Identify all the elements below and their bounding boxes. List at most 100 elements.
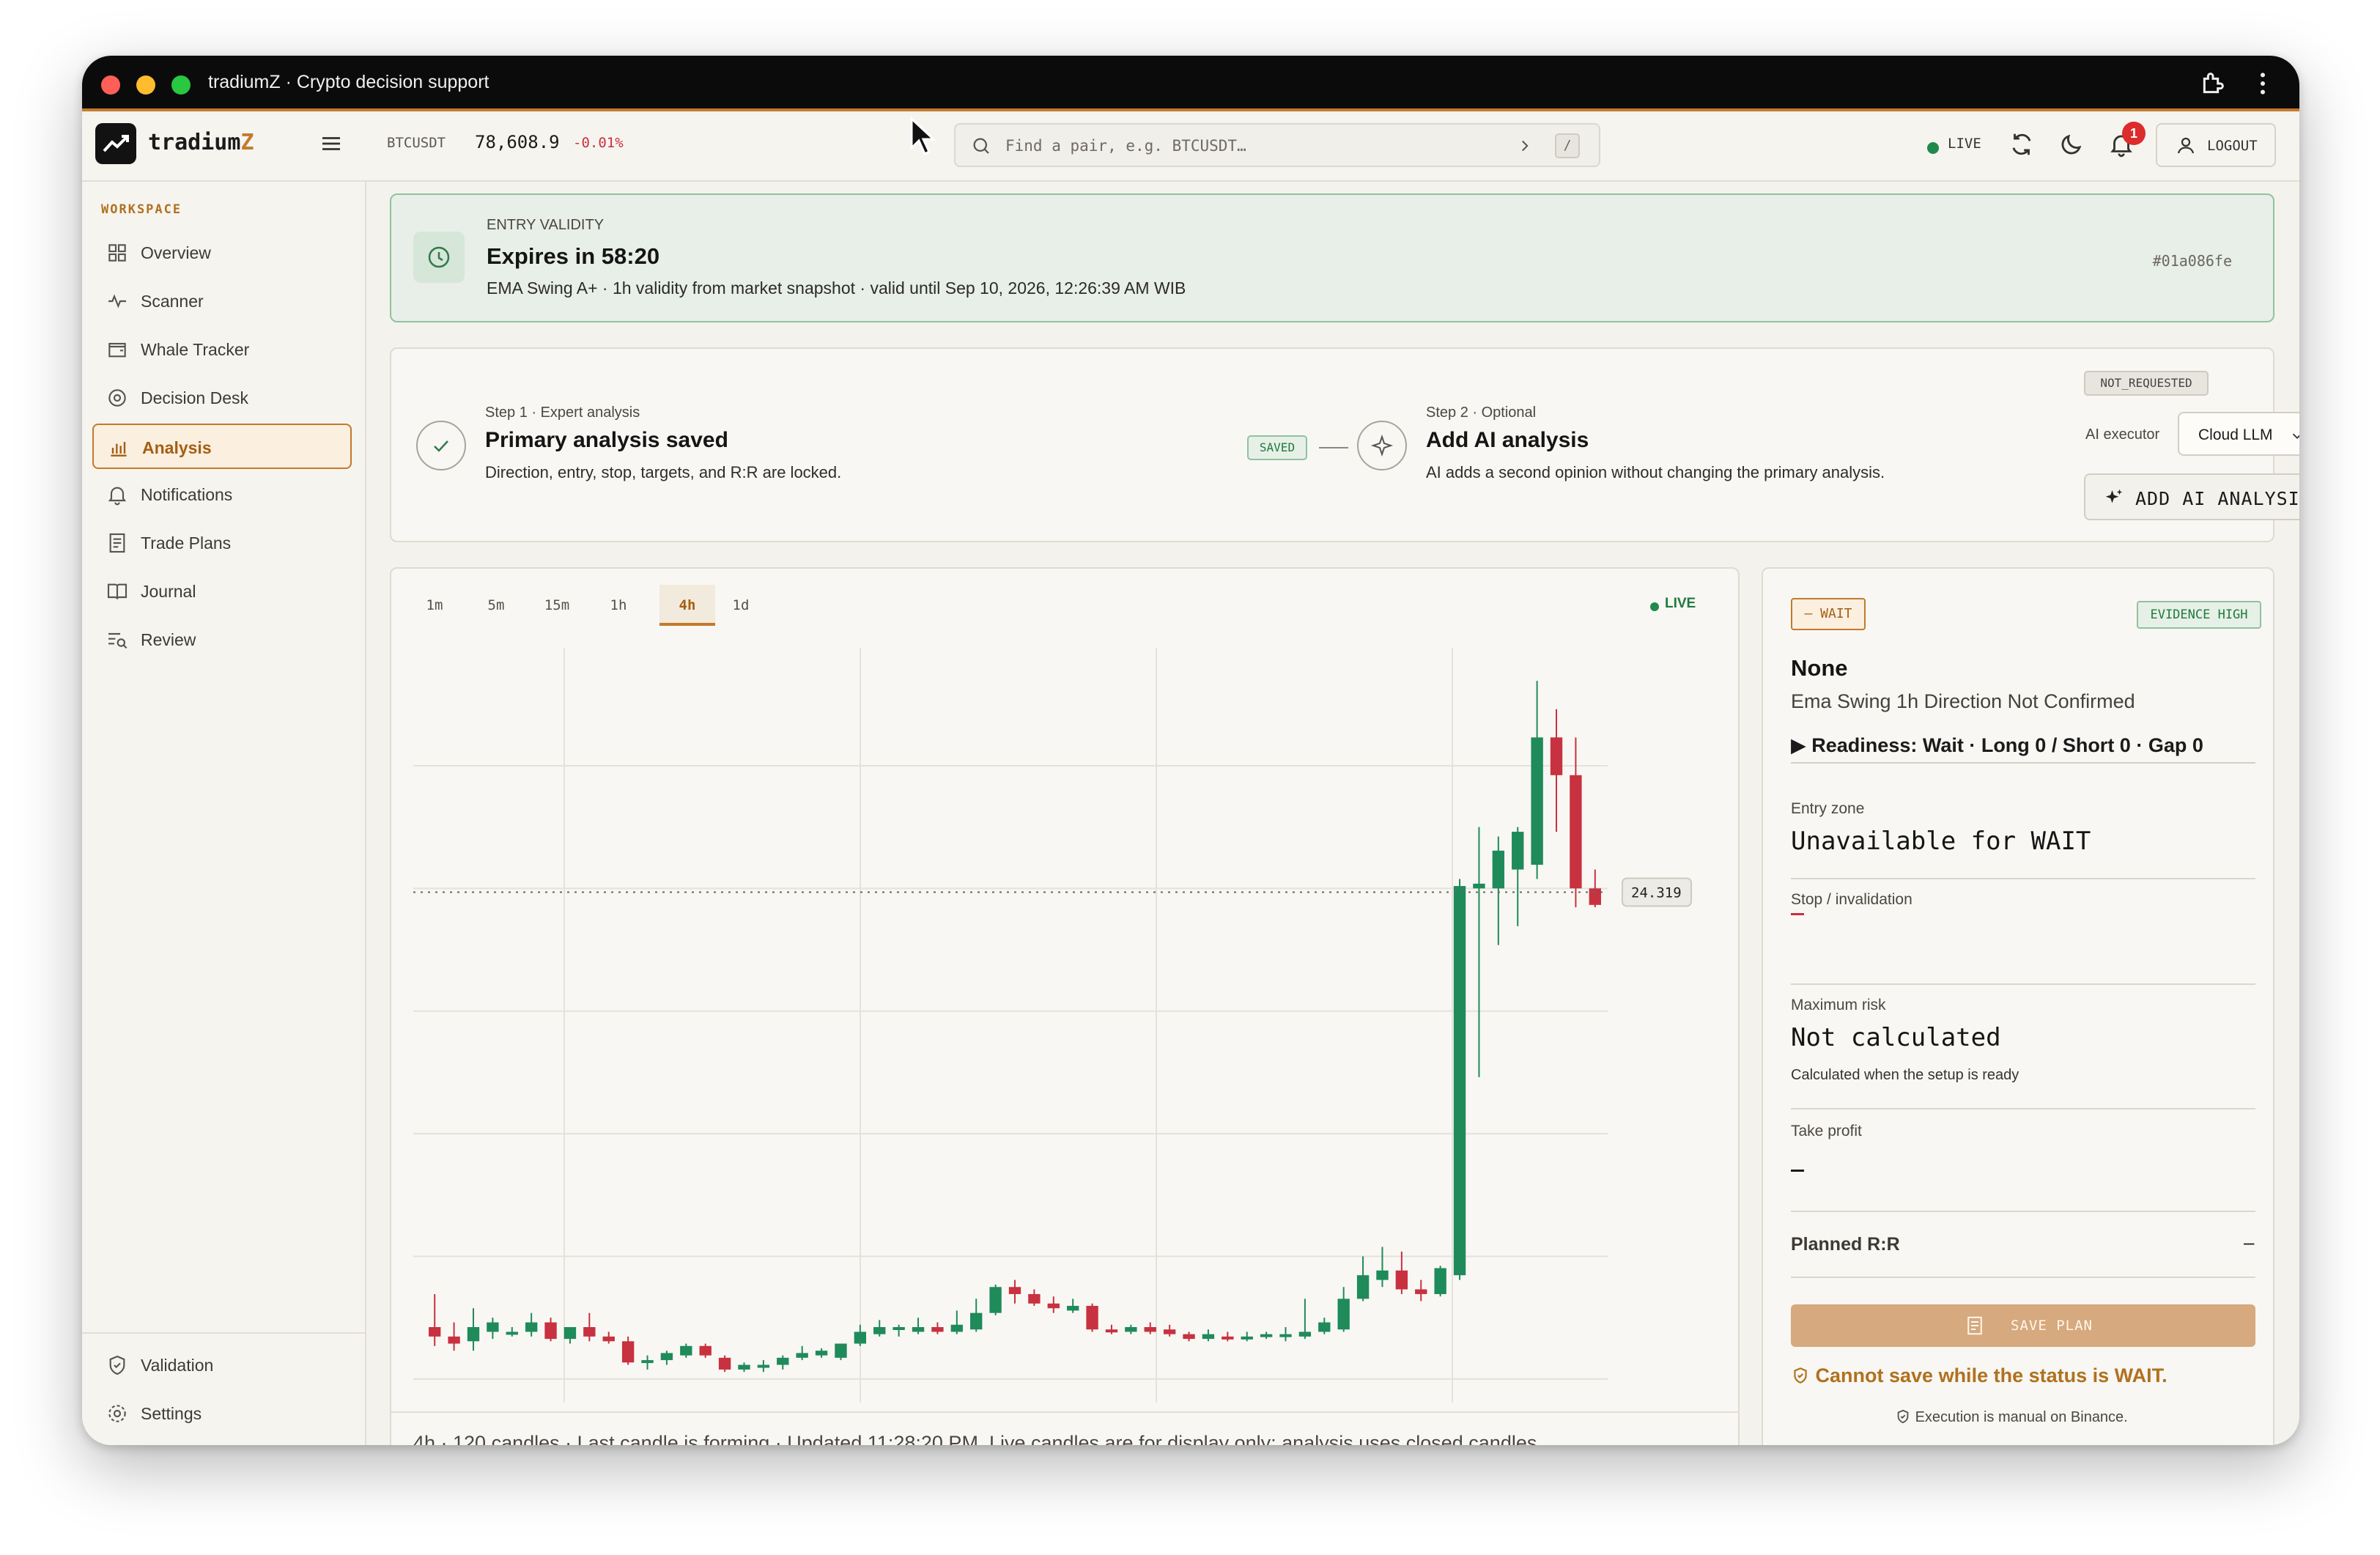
candle-body — [1453, 886, 1466, 1276]
timeframe-tab-5m[interactable]: 5m — [473, 585, 519, 626]
candle-body — [1086, 1306, 1098, 1330]
decision-panel: – WAIT EVIDENCE HIGH None Ema Swing 1h D… — [1762, 567, 2274, 1445]
logout-label: LOGOUT — [2207, 138, 2258, 154]
candle-body — [660, 1353, 673, 1361]
candle-body — [1008, 1287, 1021, 1294]
sidebar-item-whale-tracker[interactable]: Whale Tracker — [92, 327, 352, 372]
ai-executor-value: Cloud LLM — [2198, 426, 2273, 443]
candle — [1550, 709, 1563, 832]
entry-validity-card: ENTRY VALIDITY Expires in 58:20 EMA Swin… — [390, 193, 2274, 322]
candle-body — [448, 1336, 460, 1344]
pair-search[interactable]: / — [954, 123, 1600, 167]
sidebar-item-analysis[interactable]: Analysis — [92, 424, 352, 469]
candle-body — [699, 1345, 712, 1356]
ticker-symbol: BTCUSDT — [387, 135, 446, 151]
candle-body — [1105, 1329, 1118, 1333]
sidebar-item-settings[interactable]: Settings — [92, 1391, 352, 1436]
candle — [1183, 1331, 1195, 1342]
sidebar-item-notifications[interactable]: Notifications — [92, 472, 352, 517]
sidebar-item-review[interactable]: Review — [92, 617, 352, 662]
validity-countdown: Expires in 58:20 — [487, 243, 660, 269]
sidebar-item-label: Whale Tracker — [141, 340, 250, 359]
sidebar-item-journal[interactable]: Journal — [92, 569, 352, 614]
extension-icon[interactable] — [2198, 69, 2228, 98]
hamburger-menu-icon[interactable] — [318, 130, 344, 157]
step1-title: Primary analysis saved — [485, 428, 728, 452]
candle — [699, 1343, 712, 1358]
more-options-icon[interactable] — [2248, 69, 2277, 98]
sidebar-item-label: Notifications — [141, 485, 233, 504]
chart-footer-divider — [391, 1411, 1738, 1413]
dark-mode-icon[interactable] — [2058, 130, 2085, 158]
take-profit-value-empty — [1791, 1170, 1804, 1172]
step2-description: AI adds a second opinion without changin… — [1426, 463, 1885, 481]
candle — [1008, 1279, 1021, 1304]
step2-status-circle — [1357, 421, 1407, 470]
save-warning-text: Cannot save while the status is WAIT. — [1815, 1364, 2168, 1386]
save-plan-button[interactable]: SAVE PLAN — [1791, 1304, 2255, 1347]
search-icon — [973, 138, 989, 154]
candle — [448, 1322, 460, 1351]
live-indicator-dot — [1927, 142, 1939, 154]
field-divider — [1791, 1108, 2255, 1109]
search-input[interactable] — [1005, 133, 1518, 158]
candle-body — [1531, 737, 1543, 865]
candle-body — [892, 1327, 905, 1330]
app-window: tradiumZ · Crypto decision support tradi… — [82, 56, 2299, 1445]
candle-body — [602, 1336, 615, 1342]
timeframe-tab-1m[interactable]: 1m — [412, 585, 457, 626]
analysis-steps-card: Step 1 · Expert analysis Primary analysi… — [390, 347, 2299, 542]
chevron-down-icon — [2292, 433, 2299, 440]
brand-logo[interactable] — [95, 123, 136, 164]
readiness-toggle[interactable]: ▶ Readiness: Wait · Long 0 / Short 0 · G… — [1791, 734, 2203, 757]
brand-name: tradiumZ — [148, 130, 254, 155]
candle — [1415, 1279, 1427, 1301]
ai-executor-select[interactable]: Cloud LLM — [2178, 412, 2299, 456]
candle-body — [757, 1364, 770, 1368]
candle-body — [1144, 1327, 1156, 1332]
sparkle-icon — [2105, 489, 2123, 503]
chevron-right-icon[interactable] — [1515, 136, 1534, 155]
minimize-window-button[interactable] — [136, 75, 155, 95]
sidebar-item-label: Review — [141, 630, 196, 649]
timeframe-tab-1h[interactable]: 1h — [595, 585, 642, 626]
candle — [1356, 1256, 1370, 1301]
readiness-divider — [1791, 762, 2255, 764]
maximize-window-button[interactable] — [171, 75, 191, 95]
timeframe-tab-15m[interactable]: 15m — [531, 585, 583, 626]
expand-triangle-icon: ▶ — [1791, 734, 1806, 756]
sidebar-item-label: Analysis — [142, 438, 212, 457]
candle — [583, 1312, 596, 1342]
timeframe-tab-4h[interactable]: 4h — [659, 585, 715, 626]
ai-executor-label: AI executor — [2085, 426, 2160, 443]
execution-note: Execution is manual on Binance. — [1895, 1408, 2128, 1426]
candle — [1144, 1322, 1156, 1334]
sidebar-item-trade-plans[interactable]: Trade Plans — [92, 520, 352, 566]
add-ai-analysis-button[interactable]: ADD AI ANALYSIS — [2084, 473, 2299, 520]
candle-body — [487, 1322, 499, 1332]
candle — [1570, 737, 1582, 908]
pulse-icon — [108, 294, 126, 309]
stop-label: Stop / invalidation — [1791, 891, 1912, 908]
sidebar-item-validation[interactable]: Validation — [92, 1342, 352, 1388]
workspace-section-label: WORKSPACE — [101, 202, 182, 217]
setup-note: Ema Swing 1h Direction Not Confirmed — [1791, 690, 2135, 712]
check-icon — [434, 440, 448, 452]
logout-button[interactable]: LOGOUT — [2156, 123, 2276, 167]
field-divider — [1791, 983, 2255, 985]
refresh-icon[interactable] — [2008, 130, 2036, 158]
sparkle-icon — [1370, 434, 1394, 457]
sidebar-item-overview[interactable]: Overview — [92, 230, 352, 276]
take-profit-label: Take profit — [1791, 1123, 1862, 1140]
candle-body — [738, 1364, 750, 1370]
close-window-button[interactable] — [101, 75, 120, 95]
candle — [544, 1318, 557, 1342]
ticker-change: -0.01% — [573, 135, 624, 151]
sidebar-item-scanner[interactable]: Scanner — [92, 278, 352, 324]
candle — [680, 1343, 692, 1358]
timeframe-tab-1d[interactable]: 1d — [718, 585, 764, 626]
live-status: LIVE — [1948, 136, 1981, 152]
sidebar-item-decision-desk[interactable]: Decision Desk — [92, 375, 352, 421]
candlestick-chart[interactable]: 24.319 — [391, 640, 1738, 1411]
sidebar-item-label: Settings — [141, 1404, 202, 1423]
